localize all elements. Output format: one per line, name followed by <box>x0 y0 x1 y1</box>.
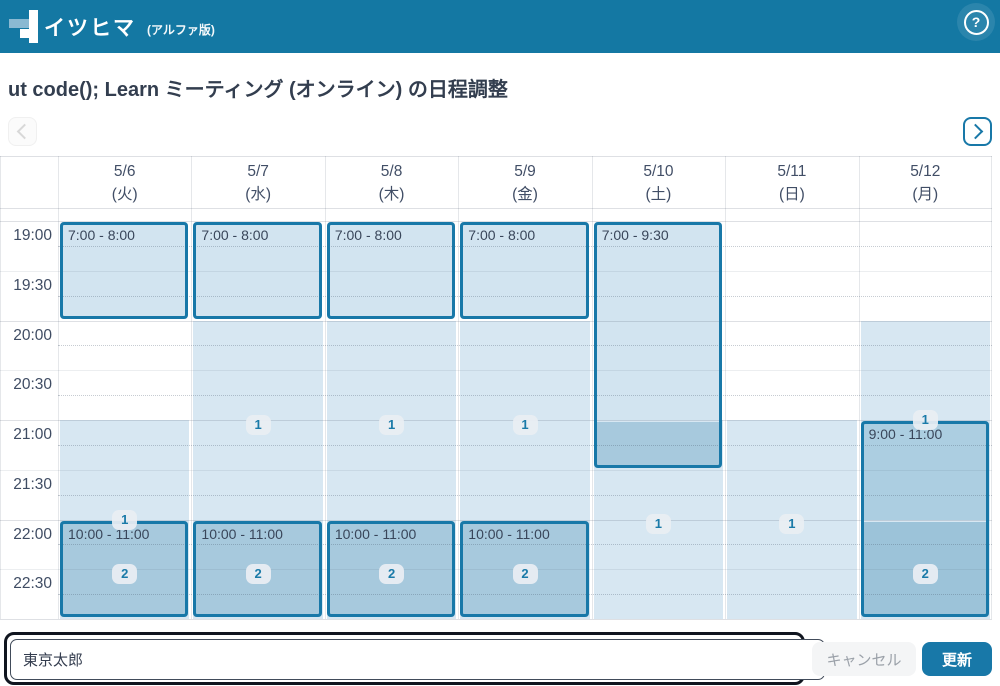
cancel-button[interactable]: キャンセル <box>812 642 916 676</box>
logo-bar-vertical <box>29 10 38 43</box>
name-input-focus-ring <box>4 632 805 685</box>
count-badge: 2 <box>246 564 271 584</box>
availability-block[interactable]: 7:00 - 8:00 <box>193 222 321 319</box>
gridline-v <box>458 156 459 619</box>
app-logo-icon[interactable] <box>9 10 39 43</box>
update-button[interactable]: 更新 <box>922 642 992 676</box>
availability-block[interactable]: 9:00 - 11:00 <box>861 421 989 617</box>
availability-block[interactable]: 7:00 - 8:00 <box>327 222 455 319</box>
day-date: 5/9 <box>514 163 536 180</box>
day-date: 5/11 <box>777 163 806 180</box>
time-label: 21:30 <box>0 476 52 494</box>
gridline-v <box>325 156 326 619</box>
gridline-v <box>725 156 726 619</box>
count-badge: 2 <box>112 564 137 584</box>
chevron-left-icon <box>17 124 33 140</box>
header-bar: イツヒマ (アルファ版) ? <box>0 0 1000 53</box>
gridline-h <box>0 470 992 471</box>
gridline-v <box>191 156 192 619</box>
gridline-h <box>0 420 992 421</box>
availability-block[interactable]: 7:00 - 8:00 <box>460 222 588 319</box>
next-week-button[interactable] <box>963 117 992 146</box>
day-of-week: (日) <box>779 186 805 203</box>
day-date: 5/10 <box>643 163 673 180</box>
respondent-name-input[interactable] <box>10 639 825 680</box>
time-label: 21:00 <box>0 426 52 444</box>
gridline-h <box>0 370 992 371</box>
gridline-h <box>0 321 992 322</box>
day-header: 5/10 (土) <box>592 156 725 208</box>
gridline-h <box>58 395 992 396</box>
count-badge: 2 <box>913 564 938 584</box>
gridline-h <box>0 208 992 209</box>
day-date: 5/12 <box>910 163 940 180</box>
count-badge: 1 <box>246 415 271 435</box>
count-badge: 1 <box>913 410 938 430</box>
question-icon: ? <box>964 10 989 35</box>
block-time-label: 7:00 - 8:00 <box>68 227 185 243</box>
day-date: 5/6 <box>114 163 136 180</box>
day-date: 5/8 <box>381 163 403 180</box>
block-time-label: 7:00 - 8:00 <box>468 227 585 243</box>
block-time-label: 10:00 - 11:00 <box>201 526 318 542</box>
day-of-week: (金) <box>512 186 538 203</box>
block-time-label: 10:00 - 11:00 <box>335 526 452 542</box>
day-of-week: (水) <box>245 186 271 203</box>
day-header: 5/6 (火) <box>58 156 191 208</box>
logo-bar-horizontal <box>9 19 30 28</box>
count-badge: 2 <box>379 564 404 584</box>
app-window: イツヒマ (アルファ版) ? ut code(); Learn ミーティング (… <box>0 0 1000 686</box>
gridline-v <box>991 156 992 619</box>
time-label: 19:00 <box>0 227 52 245</box>
availability-block[interactable]: 7:00 - 8:00 <box>60 222 188 319</box>
app-version-badge: (アルファ版) <box>147 0 215 56</box>
block-time-label: 7:00 - 8:00 <box>201 227 318 243</box>
count-badge: 1 <box>779 514 804 534</box>
block-time-label: 7:00 - 9:30 <box>602 227 719 243</box>
day-header: 5/11 (日) <box>725 156 858 208</box>
gridline-h <box>58 445 992 446</box>
day-date: 5/7 <box>247 163 269 180</box>
block-time-label: 7:00 - 8:00 <box>335 227 452 243</box>
page-title: ut code(); Learn ミーティング (オンライン) の日程調整 <box>8 73 508 102</box>
day-of-week: (火) <box>112 186 138 203</box>
gridline-v <box>592 156 593 619</box>
prev-week-button <box>8 117 37 146</box>
logo-square <box>20 29 30 38</box>
day-header: 5/9 (金) <box>458 156 591 208</box>
chevron-right-icon <box>968 124 984 140</box>
app-title[interactable]: イツヒマ <box>44 0 136 53</box>
day-header: 5/8 (木) <box>325 156 458 208</box>
count-badge: 1 <box>112 510 137 530</box>
help-button[interactable]: ? <box>957 3 995 41</box>
gridline-h <box>0 619 992 620</box>
time-label: 22:30 <box>0 575 52 593</box>
count-badge: 2 <box>513 564 538 584</box>
gridline-h <box>58 345 992 346</box>
time-label: 19:30 <box>0 277 52 295</box>
day-of-week: (土) <box>646 186 672 203</box>
day-header: 5/12 (月) <box>859 156 992 208</box>
availability-block[interactable]: 7:00 - 9:30 <box>594 222 722 468</box>
gridline-v <box>859 156 860 619</box>
gridline-h <box>58 495 992 496</box>
time-label: 22:00 <box>0 526 52 544</box>
gridline-v <box>58 156 59 619</box>
count-badge: 1 <box>379 415 404 435</box>
schedule-grid[interactable]: 5/6(火)5/7(水)5/8(木)5/9(金)5/10(土)5/11(日)5/… <box>0 156 992 619</box>
time-label: 20:00 <box>0 327 52 345</box>
count-badge: 1 <box>646 514 671 534</box>
block-time-label: 10:00 - 11:00 <box>468 526 585 542</box>
time-label: 20:30 <box>0 376 52 394</box>
day-header: 5/7 (水) <box>191 156 324 208</box>
day-of-week: (木) <box>379 186 405 203</box>
day-of-week: (月) <box>912 186 938 203</box>
count-badge: 1 <box>513 415 538 435</box>
